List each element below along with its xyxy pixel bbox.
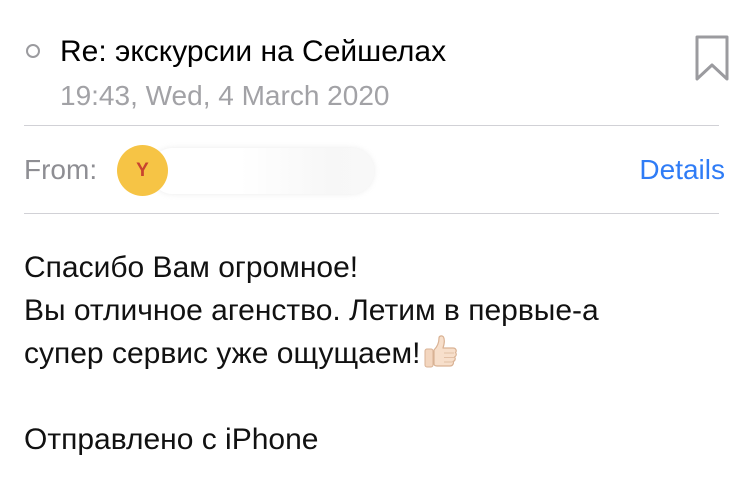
unread-dot-icon[interactable] [26, 44, 40, 58]
thumbs-up-icon [424, 335, 457, 368]
details-link[interactable]: Details [639, 152, 725, 188]
signature: Отправлено с iPhone [24, 423, 319, 456]
message-header: Re: экскурсии на Сейшелах 19:43, Wed, 4 … [0, 0, 733, 126]
from-divider [24, 213, 719, 214]
from-label: From: [24, 154, 98, 185]
sender-avatar[interactable]: Y [117, 145, 168, 196]
body-line-text: супер сервис уже ощущаем! [24, 337, 421, 370]
message-body: Спасибо Вам огромное! Вы отличное агенст… [24, 246, 724, 461]
sender-name-redacted [150, 148, 374, 194]
bookmark-icon[interactable] [694, 34, 730, 82]
message-date: 19:43, Wed, 4 March 2020 [60, 80, 390, 111]
body-line: Вы отличное агенство. Летим в первые-а [24, 294, 599, 327]
body-line-with-emoji: супер сервис уже ощущаем! [24, 332, 724, 375]
header-divider [24, 125, 719, 126]
message-subject: Re: экскурсии на Сейшелах [60, 35, 447, 68]
body-line: Спасибо Вам огромное! [24, 251, 359, 284]
